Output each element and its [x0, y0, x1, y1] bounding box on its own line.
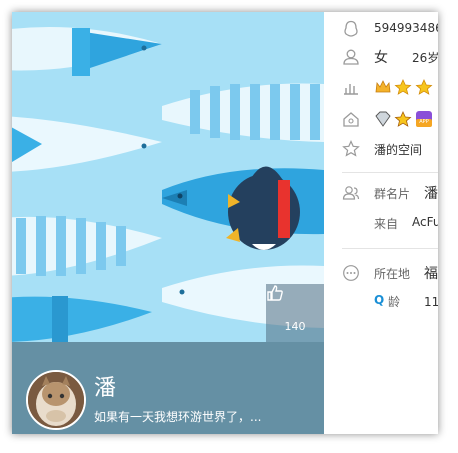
location-value: 福 — [424, 266, 438, 282]
gender-age-row: 女 26岁 — [324, 46, 438, 68]
star-outline-icon — [342, 140, 360, 157]
vip-row[interactable]: APP — [324, 108, 438, 130]
like-button[interactable]: 140 — [266, 284, 324, 342]
group-icon — [342, 186, 360, 200]
nickname: 潘 — [94, 376, 117, 401]
qage-value: 11年 — [424, 295, 438, 309]
cat-avatar-image — [28, 372, 84, 428]
divider — [342, 248, 438, 249]
qage-label: 龄 — [388, 295, 401, 309]
group-card-label: 群名片 — [374, 187, 411, 201]
svg-text:APP: APP — [419, 119, 428, 125]
qq-number-row: 594993486 — [324, 18, 438, 40]
avatar[interactable] — [26, 370, 86, 430]
group-card-value: 潘 — [424, 186, 438, 202]
gender: 女 — [374, 50, 388, 66]
location-row: 所在地 福 — [324, 262, 438, 284]
thumbs-up-icon — [267, 285, 283, 301]
penguin-outline-icon — [344, 20, 358, 37]
location-label: 所在地 — [374, 267, 411, 281]
qage-row: Q 龄 11年 — [324, 290, 438, 312]
space-row[interactable]: 潘的空间 — [324, 138, 438, 160]
qq-number: 594993486 — [374, 21, 438, 35]
level-badges-icon — [375, 79, 433, 95]
from-value: AcFu — [412, 215, 438, 229]
like-count: 140 — [284, 320, 306, 333]
more-circle-icon — [343, 265, 359, 281]
from-row: 来自 AcFu — [324, 212, 438, 234]
group-card-row: 群名片 潘 — [324, 182, 438, 204]
from-label: 来自 — [374, 217, 399, 231]
signature: 如果有一天我想环游世界了，... — [94, 410, 262, 424]
cover-image[interactable]: 140 — [12, 12, 324, 342]
space-link[interactable]: 潘的空间 — [374, 141, 422, 158]
age: 26岁 — [412, 51, 438, 65]
profile-bar: 潘 如果有一天我想环游世界了，... — [12, 342, 324, 434]
level-chart-icon — [344, 84, 358, 95]
vip-badges-icon: APP — [375, 111, 432, 127]
divider — [342, 172, 438, 173]
house-star-icon — [343, 112, 359, 127]
info-panel: 594993486 女 26岁 APP 潘的空间 群名片 潘 来自 AcFu 所… — [324, 12, 438, 434]
level-row[interactable] — [324, 76, 438, 98]
user-icon — [343, 49, 359, 65]
qage-prefix: Q — [374, 293, 385, 307]
profile-card-window: 140 潘 如果有一天我想环游世界了，... 594993486 女 26岁 A… — [12, 12, 438, 434]
